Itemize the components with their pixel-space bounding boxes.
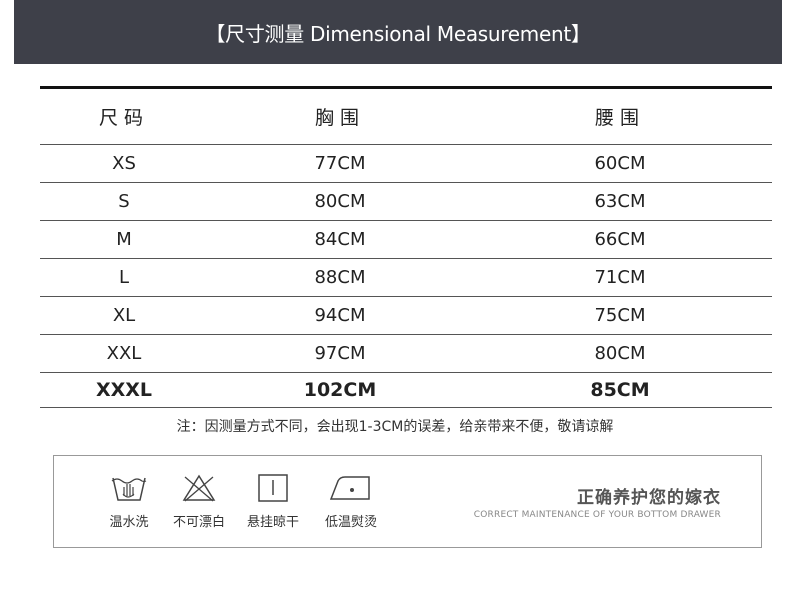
size-cell: XS <box>112 153 136 174</box>
waist-cell: 71CM <box>594 267 646 288</box>
care-item-iron: 低温熨烫 <box>316 472 386 530</box>
chest-cell: 97CM <box>314 343 366 364</box>
size-cell: XXXL <box>95 379 153 401</box>
table-row: XL 94CM 75CM <box>40 297 772 335</box>
size-table: 尺码 胸围 腰围 XS 77CM 60CM S 80CM 63CM M 84CM… <box>40 89 772 408</box>
care-title: 正确养护您的嫁衣 <box>577 488 721 508</box>
column-header-waist: 腰围 <box>594 107 645 129</box>
chest-cell: 94CM <box>314 305 366 326</box>
care-item-bleach: 不可漂白 <box>164 472 234 530</box>
table-row: XXXL 102CM 85CM <box>40 373 772 408</box>
waist-cell: 85CM <box>590 379 650 401</box>
chest-cell: 84CM <box>314 229 366 250</box>
no-bleach-icon <box>182 474 216 502</box>
warm-water-wash-icon <box>111 477 147 501</box>
column-header-chest: 胸围 <box>314 107 365 129</box>
size-cell: L <box>118 267 130 288</box>
table-header-row: 尺码 胸围 腰围 <box>40 89 772 145</box>
size-cell: S <box>118 191 130 212</box>
waist-cell: 60CM <box>594 153 646 174</box>
table-row: XXL 97CM 80CM <box>40 335 772 373</box>
chest-cell: 88CM <box>314 267 366 288</box>
care-label: 低温熨烫 <box>324 515 377 530</box>
hang-dry-icon <box>258 474 288 502</box>
table-row: S 80CM 63CM <box>40 183 772 221</box>
care-item-dry: 悬挂晾干 <box>238 472 308 530</box>
measurement-note: 注：因测量方式不同，会出现1-3CM的误差，给亲带来不便，敬请谅解 <box>176 419 614 435</box>
care-instructions-box: 温水洗 不可漂白 悬挂晾干 低温熨烫 正确养护您的嫁衣 CORRECT MAIN… <box>53 455 762 548</box>
size-cell: M <box>116 229 132 250</box>
care-label: 悬挂晾干 <box>246 515 299 530</box>
care-label: 不可漂白 <box>172 515 225 530</box>
size-cell: XXL <box>106 343 142 364</box>
care-subtitle: CORRECT MAINTENANCE OF YOUR BOTTOM DRAWE… <box>473 510 721 520</box>
waist-cell: 80CM <box>594 343 646 364</box>
column-header-size: 尺码 <box>98 107 149 129</box>
header-title: 【尺寸测量 Dimensional Measurement】 <box>205 21 591 46</box>
low-temp-iron-icon <box>329 476 370 500</box>
waist-cell: 75CM <box>594 305 646 326</box>
chest-cell: 77CM <box>314 153 366 174</box>
table-row: M 84CM 66CM <box>40 221 772 259</box>
waist-cell: 63CM <box>594 191 646 212</box>
waist-cell: 66CM <box>594 229 646 250</box>
care-label: 温水洗 <box>109 515 149 530</box>
care-item-wash: 温水洗 <box>94 472 164 530</box>
table-row: XS 77CM 60CM <box>40 145 772 183</box>
chest-cell: 102CM <box>303 379 377 401</box>
table-row: L 88CM 71CM <box>40 259 772 297</box>
chest-cell: 80CM <box>314 191 366 212</box>
size-cell: XL <box>112 305 136 326</box>
page-header: 【尺寸测量 Dimensional Measurement】 <box>14 0 782 64</box>
